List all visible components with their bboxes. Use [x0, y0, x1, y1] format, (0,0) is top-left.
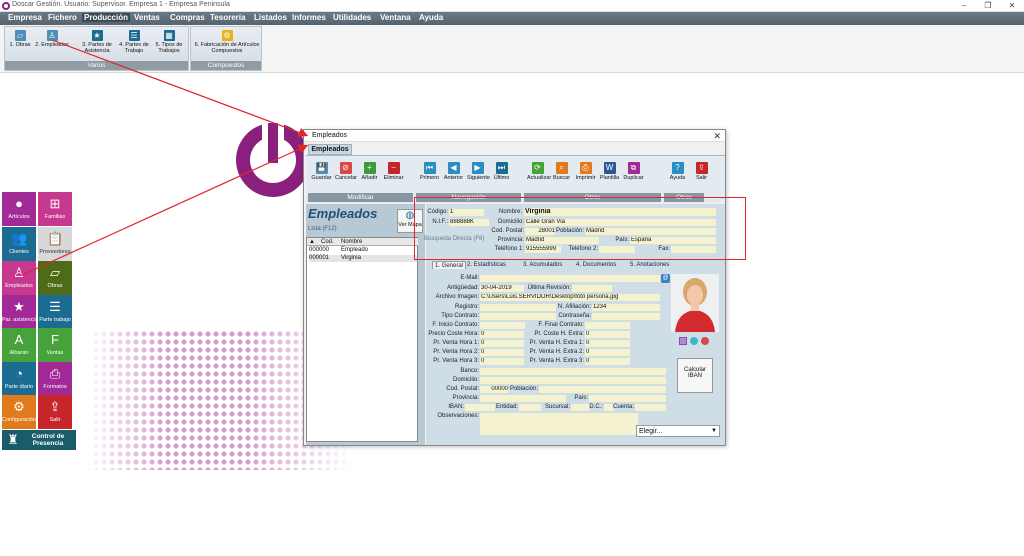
- annotation-arrows: [21, 39, 309, 276]
- arrow-tile-to-dialog: [21, 144, 309, 276]
- arrow-ribbon-to-dialog: [51, 39, 309, 137]
